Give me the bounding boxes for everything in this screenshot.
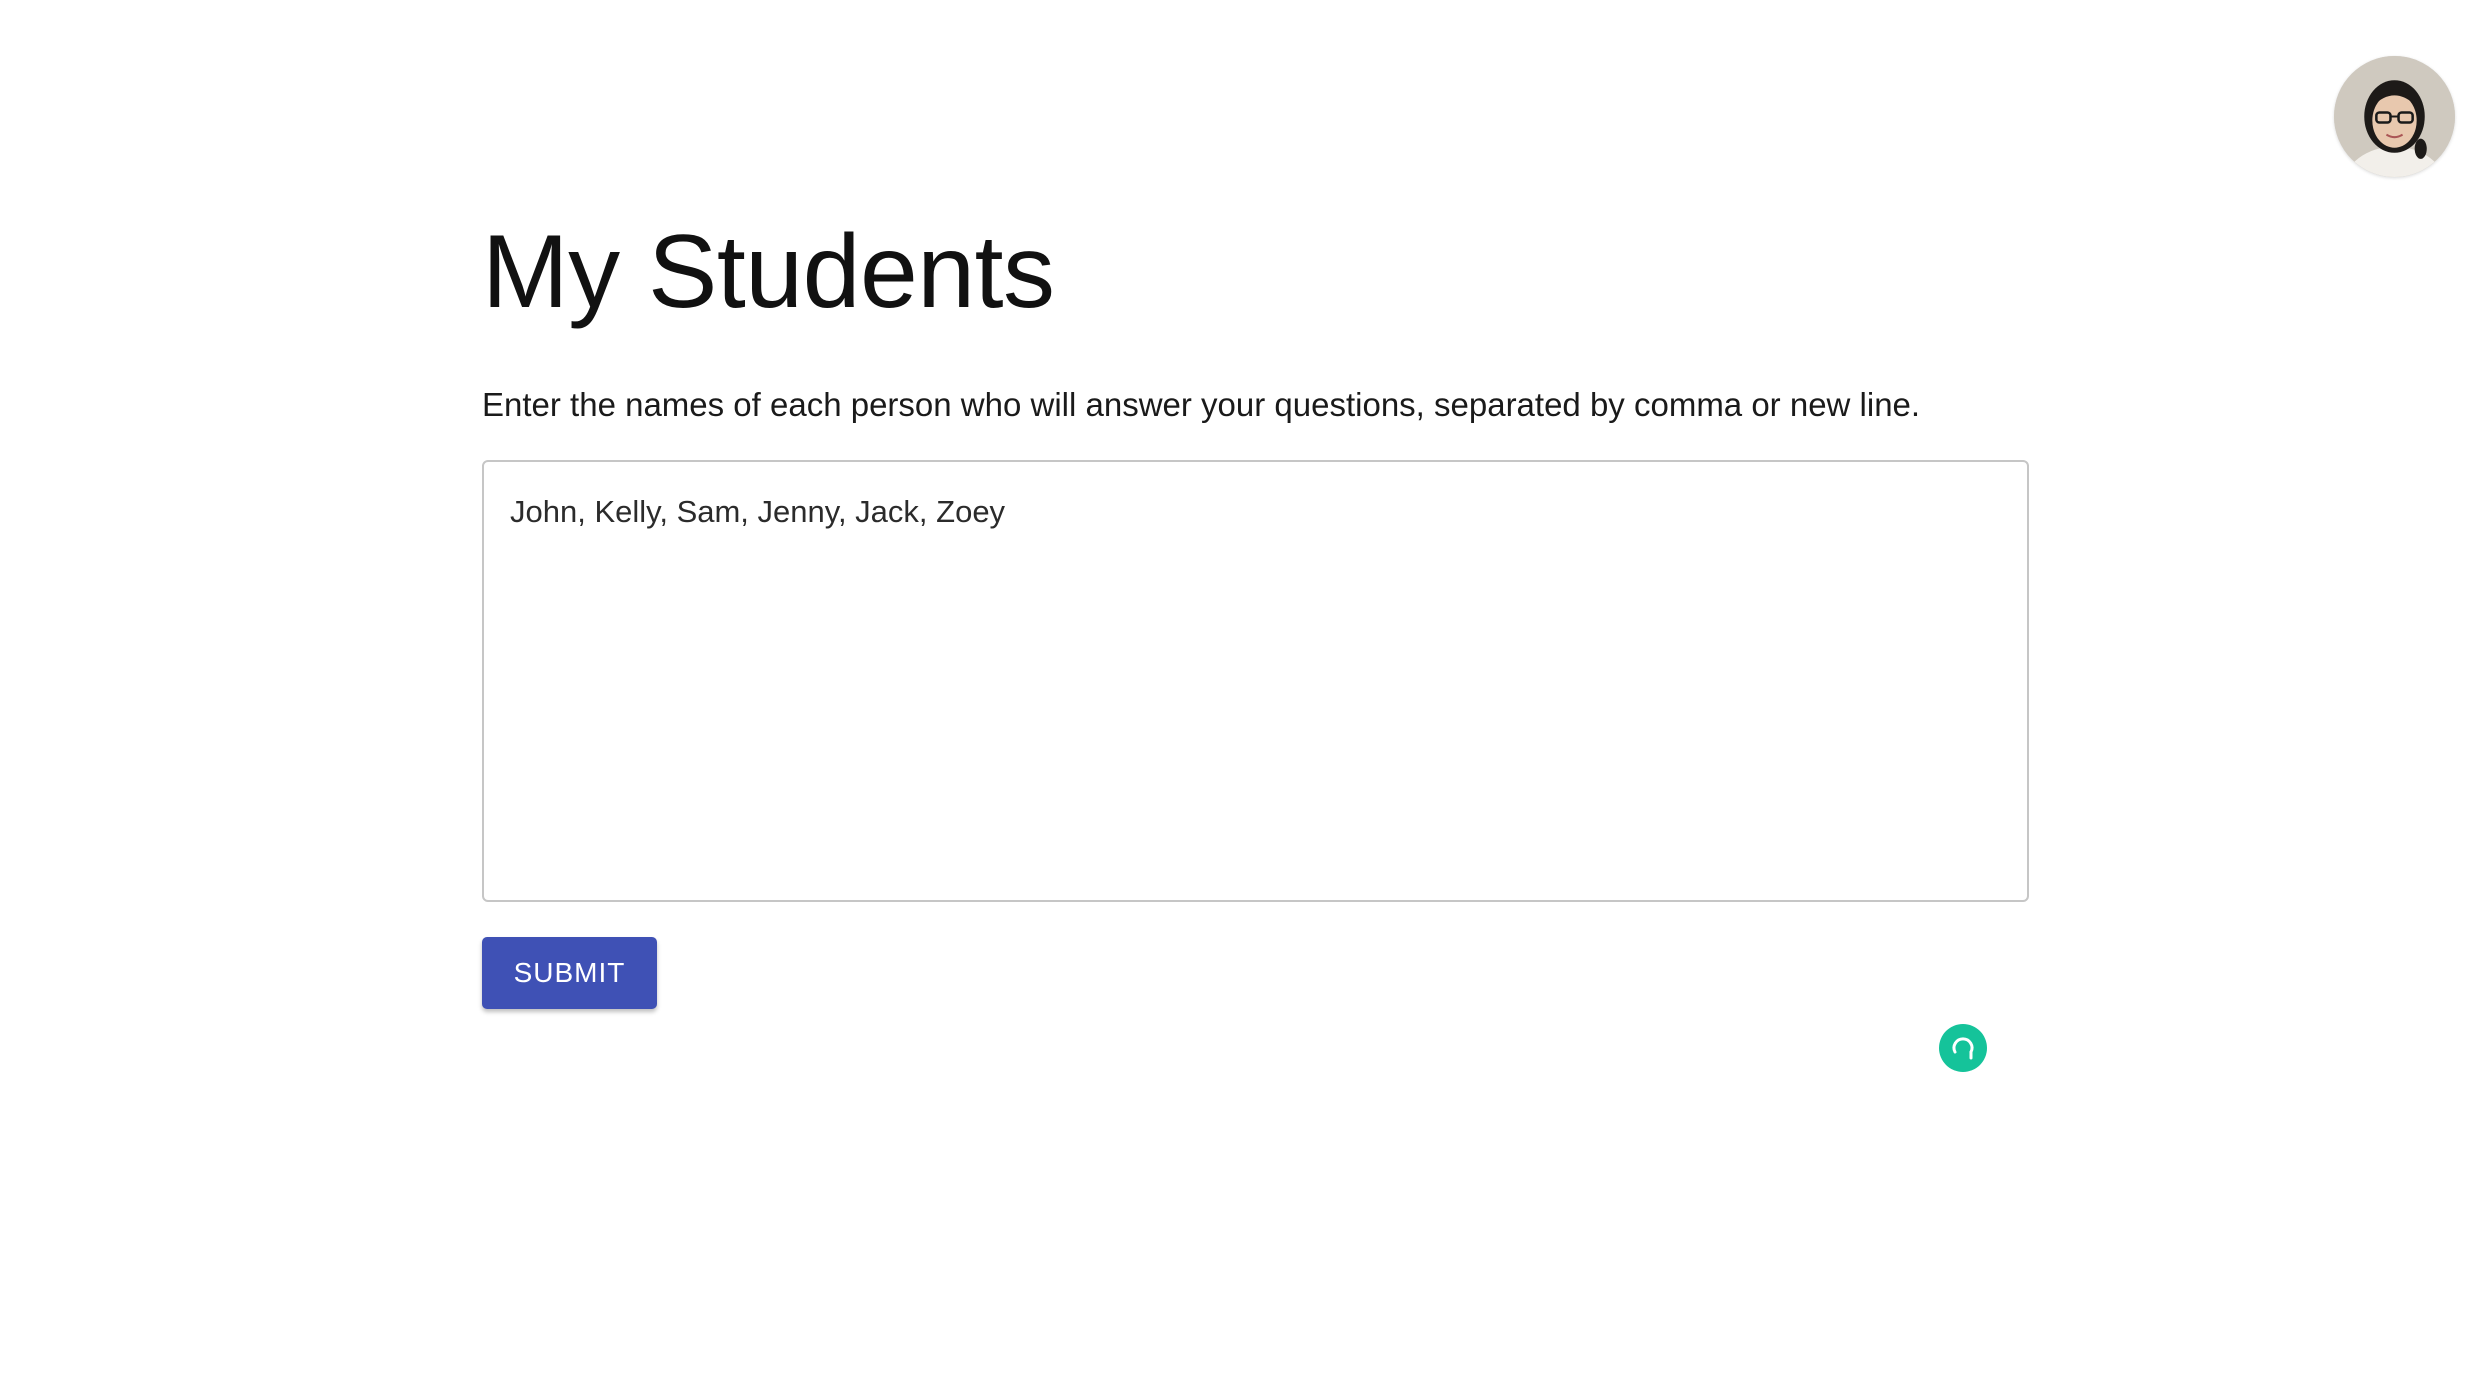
student-names-textarea[interactable]: John, Kelly, Sam, Jenny, Jack, Zoey bbox=[482, 460, 2029, 1072]
refresh-arc-icon bbox=[1952, 1037, 1974, 1060]
grammar-assistant-icon[interactable] bbox=[1939, 1024, 1987, 1072]
submit-button[interactable]: SUBMIT bbox=[482, 937, 657, 1009]
instructions-text: Enter the names of each person who will … bbox=[482, 386, 1921, 423]
avatar-icon bbox=[2334, 56, 2455, 177]
student-names-value: John, Kelly, Sam, Jenny, Jack, Zoey bbox=[510, 494, 1006, 529]
page-title: My Students bbox=[482, 214, 1055, 330]
user-avatar[interactable] bbox=[2334, 56, 2455, 177]
main-content: My Students Enter the names of each pers… bbox=[482, 214, 2032, 1072]
